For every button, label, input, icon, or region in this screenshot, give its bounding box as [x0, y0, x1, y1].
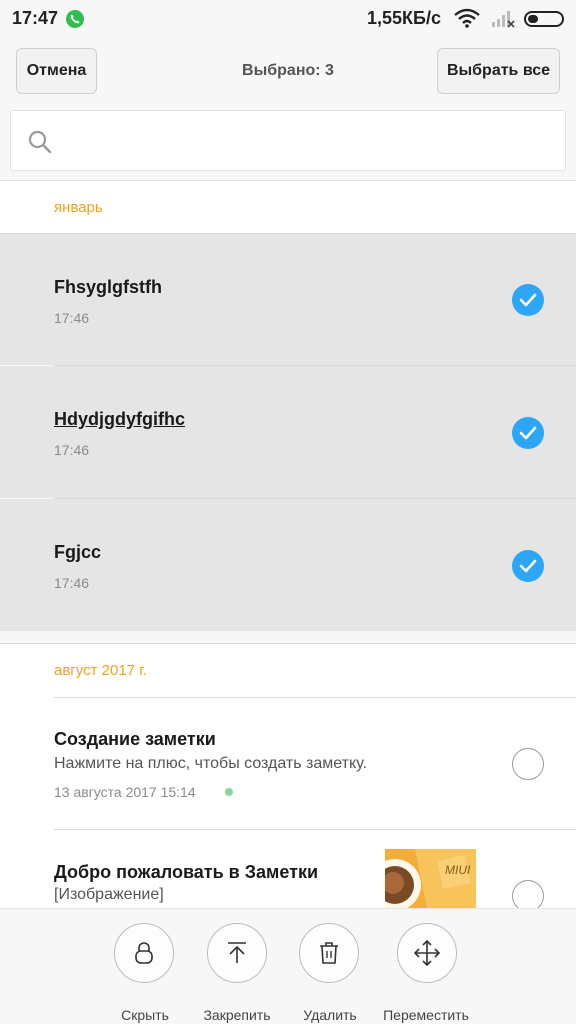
note-row[interactable]: Hdydjgdyfgifhc 17:46: [0, 366, 576, 498]
note-title: Fhsyglgfstfh: [54, 277, 162, 297]
note-time: 13 августа 2017 15:14: [54, 784, 196, 800]
checkbox-checked[interactable]: [512, 550, 544, 582]
note-subtitle: Нажмите на плюс, чтобы создать заметку.: [54, 755, 367, 772]
note-thumbnail-image: MIUI: [385, 849, 476, 909]
note-title: Hdydjgdyfgifhc: [54, 409, 185, 429]
search-icon: [28, 130, 52, 154]
note-time: 17:46: [54, 310, 90, 326]
note-title: Fgjcc: [54, 542, 102, 562]
check-icon: [519, 426, 537, 440]
search-bar: [0, 102, 576, 180]
note-title: Создание заметки: [54, 729, 216, 749]
wifi-icon: [454, 8, 480, 28]
search-input[interactable]: [67, 125, 547, 157]
phone-call-icon: [66, 10, 84, 28]
move-icon: [397, 923, 457, 983]
check-icon: [519, 559, 537, 573]
thumbnail-text: MIUI: [445, 863, 471, 877]
note-row[interactable]: Добро пожаловать в Заметки [Изображение]: [0, 830, 576, 908]
note-row[interactable]: Создание заметки Нажмите на плюс, чтобы …: [0, 698, 576, 829]
pin-top-icon: [207, 923, 267, 983]
checkbox-unchecked[interactable]: [512, 880, 544, 908]
section-header-august: август 2017 г.: [54, 662, 147, 679]
status-dot: [225, 788, 233, 796]
bottom-toolbar: Скрыть Закрепить Удалить Переместить: [0, 908, 576, 1024]
battery-icon: [524, 11, 564, 27]
pin-label: Закрепить: [203, 1007, 271, 1023]
status-time: 17:47: [12, 8, 59, 28]
signal-icon: [492, 11, 515, 28]
lock-icon: [114, 923, 174, 983]
note-row[interactable]: Fhsyglgfstfh 17:46: [0, 234, 576, 365]
delete-label: Удалить: [303, 1007, 357, 1023]
hide-label: Скрыть: [121, 1007, 169, 1023]
checkbox-unchecked[interactable]: [512, 748, 544, 780]
action-header: Отмена Выбрано: 3 Выбрать все: [0, 38, 576, 102]
network-speed: 1,55КБ/с: [367, 8, 441, 28]
section-header-january: январь: [54, 199, 103, 216]
note-time: 17:46: [54, 575, 90, 591]
note-subtitle: [Изображение]: [54, 886, 164, 903]
note-time: 17:46: [54, 442, 90, 458]
checkbox-checked[interactable]: [512, 284, 544, 316]
trash-icon: [299, 923, 359, 983]
note-title: Добро пожаловать в Заметки: [54, 862, 319, 882]
move-label: Переместить: [383, 1007, 469, 1023]
section-header-row: январь: [0, 181, 576, 233]
status-bar: 17:47 1,55КБ/с: [0, 0, 576, 38]
search-box[interactable]: [10, 110, 566, 171]
select-all-button[interactable]: Выбрать все: [437, 48, 560, 94]
note-row[interactable]: Fgjcc 17:46: [0, 499, 576, 631]
check-icon: [519, 293, 537, 307]
checkbox-checked[interactable]: [512, 417, 544, 449]
